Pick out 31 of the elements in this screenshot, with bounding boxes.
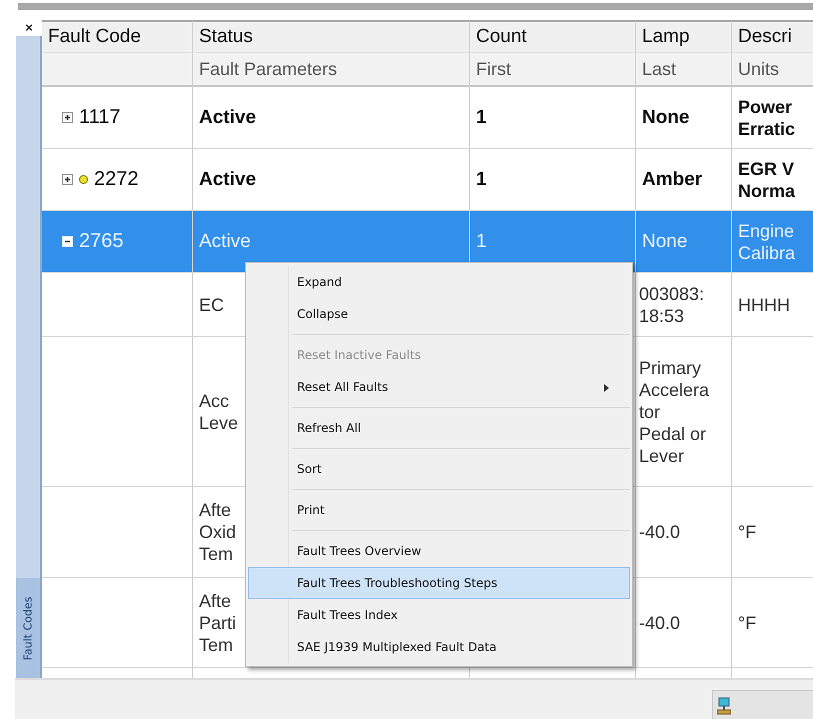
fault-code: 2765: [79, 230, 124, 253]
column-subheader[interactable]: First: [470, 53, 636, 87]
column-header[interactable]: Fault Code: [42, 20, 193, 53]
lamp-cell: None: [636, 211, 732, 273]
value-cell: 003083: 18:53: [636, 273, 732, 337]
column-header[interactable]: Count: [470, 20, 636, 53]
status-cell: Active: [193, 87, 470, 149]
expand-icon[interactable]: [62, 112, 73, 123]
status-cell: Active: [193, 149, 470, 211]
column-header[interactable]: Lamp: [636, 20, 732, 53]
side-tab[interactable]: Fault Codes: [16, 578, 40, 678]
value-cell: -40.0: [636, 487, 732, 578]
collapse-icon[interactable]: [62, 236, 73, 247]
expand-icon[interactable]: [62, 174, 73, 185]
column-subheader[interactable]: Fault Parameters: [193, 53, 470, 87]
column-subheader[interactable]: Units: [732, 53, 813, 87]
close-button[interactable]: ×: [16, 20, 42, 36]
fault-code: 2272: [94, 168, 138, 191]
column-header[interactable]: Status: [193, 20, 470, 53]
fault-code: 1117: [79, 106, 121, 129]
lamp-cell: None: [636, 87, 732, 149]
value-cell: -40.0: [636, 578, 732, 668]
menu-item[interactable]: Fault Trees Troubleshooting Steps: [248, 567, 630, 599]
lamp-cell: Amber: [636, 149, 732, 211]
network-icon: [717, 697, 731, 715]
count-cell: 1: [470, 149, 636, 211]
value-cell: Primary Accelera tor Pedal or Lever: [636, 337, 732, 487]
column-header[interactable]: Descri: [732, 20, 813, 53]
description-cell: Engine Calibra: [732, 211, 813, 273]
column-subheader[interactable]: Last: [636, 53, 732, 87]
count-cell: 1: [470, 87, 636, 149]
